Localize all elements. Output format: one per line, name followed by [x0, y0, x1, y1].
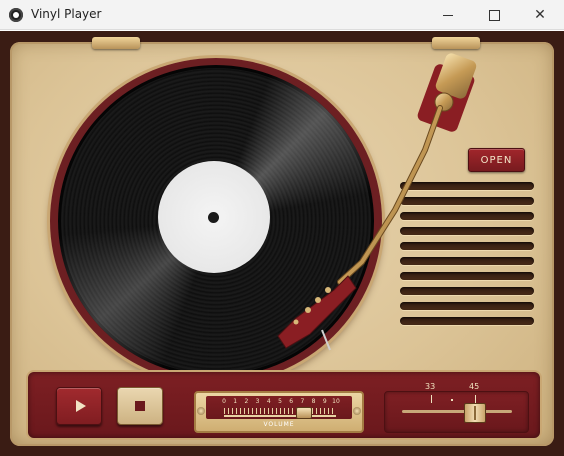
speed-mark-45	[475, 395, 476, 403]
volume-scale-number: 1	[233, 398, 238, 405]
volume-scale-number: 10	[332, 398, 340, 405]
volume-control: 0 1 2 3 4 5 6 7 8 9 10 VOLUME	[194, 391, 364, 433]
volume-scale-number: 0	[222, 398, 226, 405]
volume-track[interactable]	[224, 415, 336, 417]
volume-scale-number: 4	[266, 398, 271, 405]
speed-slider-thumb[interactable]	[464, 403, 486, 423]
stop-icon	[135, 401, 145, 411]
volume-scale-number: 5	[278, 398, 282, 405]
volume-ticks	[224, 408, 336, 414]
volume-scale-number: 9	[322, 398, 327, 405]
speed-track[interactable]	[402, 410, 512, 413]
screw-icon	[197, 407, 205, 415]
volume-scale-number: 2	[244, 398, 249, 405]
speed-label-33: 33	[425, 382, 436, 391]
tonearm-tube-shadow	[337, 105, 443, 285]
tonearm-tube	[338, 106, 442, 284]
speed-mark-33	[431, 395, 432, 403]
volume-scale-number: 3	[255, 398, 260, 405]
speed-center-dot	[451, 399, 453, 401]
volume-scale: 0 1 2 3 4 5 6 7 8 9 10	[206, 396, 352, 419]
volume-scale-number: 8	[311, 398, 316, 405]
volume-scale-number: 7	[300, 398, 305, 405]
headshell	[277, 275, 357, 351]
screw-icon	[353, 407, 361, 415]
volume-label: VOLUME	[263, 421, 295, 428]
play-button[interactable]	[56, 387, 102, 425]
speed-label-45: 45	[469, 382, 480, 391]
volume-scale-number: 6	[289, 398, 294, 405]
tonearm-pivot	[417, 53, 477, 132]
play-icon	[75, 400, 86, 412]
stop-button[interactable]	[117, 387, 163, 425]
volume-slider-thumb[interactable]	[295, 407, 312, 419]
